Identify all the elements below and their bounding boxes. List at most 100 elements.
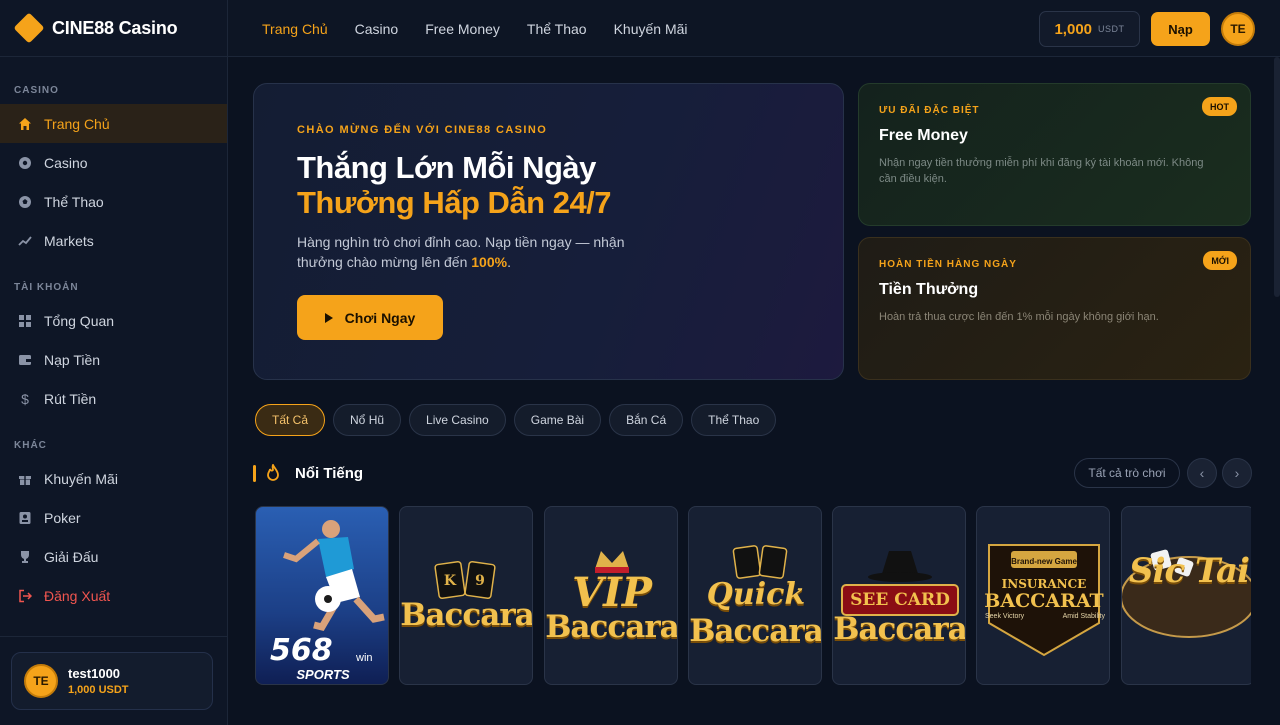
promo-desc: Nhận ngay tiền thưởng miễn phí khi đăng … <box>879 157 1204 185</box>
hero-desc-text: Hàng nghìn trò chơi đỉnh cao. Nạp tiền n… <box>297 234 625 270</box>
game-card-vip-baccarat[interactable]: VIP Baccara <box>544 506 678 685</box>
see-all-button[interactable]: Tất cả trò chơi <box>1074 458 1180 488</box>
game-title: Baccara <box>545 609 678 645</box>
deposit-button[interactable]: Nạp <box>1151 12 1210 46</box>
user-card[interactable]: TE test1000 1,000 USDT <box>11 652 213 710</box>
user-avatar[interactable]: TE <box>1221 12 1255 46</box>
sidebar-item-label: Casino <box>44 154 88 171</box>
game-subtitle: INSURANCE <box>1001 577 1087 591</box>
sidebar-item-casino[interactable]: Casino <box>0 143 227 182</box>
trophy-icon <box>18 550 32 564</box>
hero-subtitle: Thưởng Hấp Dẫn 24/7 <box>297 185 612 220</box>
game-logo-568: 568 <box>270 633 333 668</box>
chip-icon <box>18 156 32 170</box>
category-filters: Tất Cả Nổ Hũ Live Casino Game Bài Bắn Cá… <box>255 404 784 436</box>
fire-icon <box>266 462 280 482</box>
game-card-see-card-baccarat[interactable]: SEE CARD Baccara <box>832 506 966 685</box>
filter-card-games[interactable]: Game Bài <box>513 404 602 436</box>
game-title: Baccara <box>400 597 533 633</box>
sidebar-item-sports[interactable]: Thể Thao <box>0 182 227 221</box>
filter-fishing[interactable]: Bắn Cá <box>609 404 684 436</box>
game-title: BACCARAT <box>984 590 1104 612</box>
filter-sports[interactable]: Thể Thao <box>691 404 777 436</box>
balance-amount: 1,000 <box>1054 20 1093 38</box>
game-title: Baccara <box>833 611 966 647</box>
tab-home[interactable]: Trang Chủ <box>262 21 328 37</box>
game-card-baccarat[interactable]: K 9 Baccara <box>399 506 533 685</box>
trend-icon <box>18 234 32 248</box>
sidebar-item-withdraw[interactable]: $ Rút Tiền <box>0 379 227 418</box>
home-icon <box>18 117 32 131</box>
prev-arrow-icon[interactable]: ‹ <box>1187 458 1217 488</box>
balance-display[interactable]: 1,000 USDT <box>1039 11 1140 47</box>
game-motto-left: Seek Victory <box>985 613 1025 620</box>
sidebar-item-markets[interactable]: Markets <box>0 221 227 260</box>
game-title: Baccara <box>689 613 822 649</box>
scrollbar[interactable] <box>1274 57 1280 297</box>
hero-description: Hàng nghìn trò chơi đỉnh cao. Nạp tiền n… <box>297 232 657 272</box>
sidebar-item-home[interactable]: Trang Chủ <box>0 104 227 143</box>
sidebar-item-promotions[interactable]: Khuyến Mãi <box>0 459 227 498</box>
filter-live-casino[interactable]: Live Casino <box>409 404 506 436</box>
sidebar-item-label: Rút Tiền <box>44 390 97 407</box>
logo-icon <box>13 12 45 44</box>
wallet-icon <box>18 353 32 367</box>
promo-title: Tiền Thưởng <box>879 281 979 298</box>
new-badge: MỚI <box>1203 251 1237 270</box>
game-tag: Brand-new Game <box>1011 557 1077 566</box>
game-card-568win-sports[interactable]: 568 win SPORTS <box>255 506 389 685</box>
user-balance: 1,000 USDT <box>68 684 129 696</box>
sidebar-item-deposit[interactable]: Nạp Tiền <box>0 340 227 379</box>
game-motto-right: Amid Stability <box>1062 613 1105 620</box>
sidebar-item-label: Trang Chủ <box>44 115 110 132</box>
sidebar-item-label: Đăng Xuất <box>44 587 111 604</box>
hero-banner: CHÀO MỪNG ĐẾN VỚI CINE88 CASINO Thắng Lớ… <box>253 83 844 380</box>
game-title: Sic Tai <box>1128 551 1250 591</box>
nav-section-account: TÀI KHOẢN <box>14 281 79 293</box>
game-card-sic-tai[interactable]: Sic Tai <box>1121 506 1251 685</box>
promo-eyebrow: HOÀN TIỀN HÀNG NGÀY <box>879 259 1017 270</box>
sidebar: CINE88 Casino CASINO Trang Chủ Casino Th… <box>0 0 228 725</box>
filter-all[interactable]: Tất Cả <box>255 404 326 436</box>
section-title: Nổi Tiếng <box>295 465 364 482</box>
sidebar-item-label: Poker <box>44 509 81 526</box>
tab-free-money[interactable]: Free Money <box>425 21 500 37</box>
brand[interactable]: CINE88 Casino <box>0 0 227 57</box>
hero-desc-end: . <box>507 254 511 270</box>
sidebar-item-tournaments[interactable]: Giải Đấu <box>0 537 227 576</box>
hero-eyebrow: CHÀO MỪNG ĐẾN VỚI CINE88 CASINO <box>297 124 548 136</box>
nav-section-other: KHÁC <box>14 439 47 451</box>
sidebar-item-overview[interactable]: Tổng Quan <box>0 301 227 340</box>
sidebar-item-logout[interactable]: Đăng Xuất <box>0 576 227 615</box>
brand-name: CINE88 Casino <box>52 17 178 38</box>
card-icon <box>18 511 32 525</box>
section-accent <box>253 465 256 482</box>
promo-eyebrow: ƯU ĐÃI ĐẶC BIỆT <box>879 105 980 116</box>
filter-slots[interactable]: Nổ Hũ <box>333 404 402 436</box>
game-carousel: 568 win SPORTS K 9 Baccara VIP Baccara Q… <box>255 506 1251 686</box>
game-card-quick-baccarat[interactable]: Quick Baccara <box>688 506 822 685</box>
tab-sports[interactable]: Thể Thao <box>527 21 587 37</box>
svg-text:9: 9 <box>475 573 485 589</box>
play-now-button[interactable]: Chơi Ngay <box>297 295 443 340</box>
sidebar-item-poker[interactable]: Poker <box>0 498 227 537</box>
game-subtitle: Quick <box>706 577 806 612</box>
topbar: Trang Chủ Casino Free Money Thể Thao Khu… <box>228 0 1280 57</box>
sidebar-item-label: Thể Thao <box>44 193 104 210</box>
logout-icon <box>18 589 32 603</box>
promo-card-free-money[interactable]: ƯU ĐÃI ĐẶC BIỆT Free Money Nhận ngay tiề… <box>858 83 1251 226</box>
tab-casino[interactable]: Casino <box>355 21 399 37</box>
svg-text:K: K <box>444 573 457 589</box>
sidebar-item-label: Markets <box>44 232 94 249</box>
game-logo-sports: SPORTS <box>296 667 350 682</box>
next-arrow-icon[interactable]: › <box>1222 458 1252 488</box>
game-card-insurance-baccarat[interactable]: Brand-new Game INSURANCE BACCARAT Seek V… <box>976 506 1110 685</box>
gift-icon <box>18 472 32 486</box>
user-name: test1000 <box>68 666 121 681</box>
nav-section-casino: CASINO <box>14 84 59 96</box>
sidebar-item-label: Tổng Quan <box>44 312 115 329</box>
promo-card-bonus[interactable]: HOÀN TIỀN HÀNG NGÀY Tiền Thưởng Hoàn trả… <box>858 237 1251 380</box>
tab-promotions[interactable]: Khuyến Mãi <box>614 21 688 37</box>
game-logo-win: win <box>356 652 373 664</box>
play-icon <box>324 312 333 323</box>
